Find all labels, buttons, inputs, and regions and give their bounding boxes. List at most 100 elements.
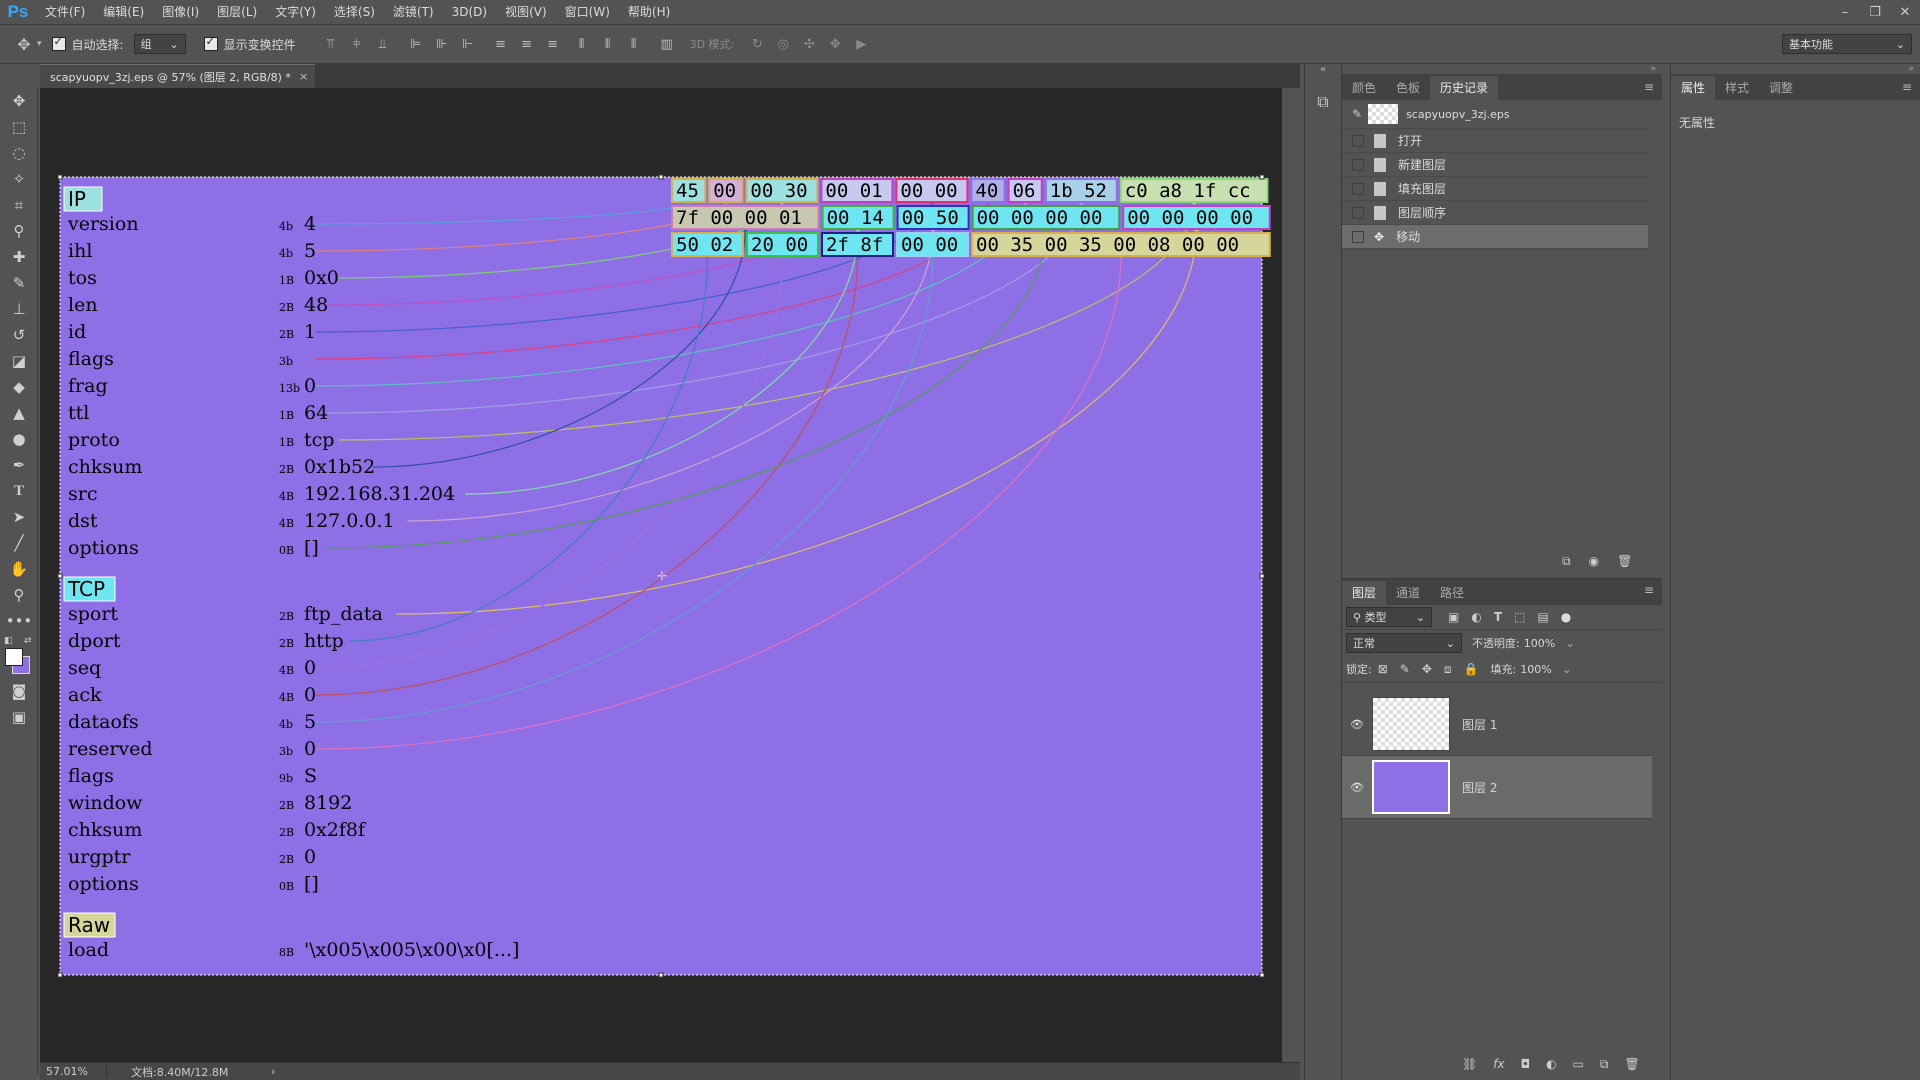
- history-brush-source-toggle[interactable]: [1352, 158, 1364, 171]
- field-name: ttl: [68, 402, 89, 424]
- trash-icon[interactable]: 🗑: [1624, 1057, 1639, 1072]
- history-state-label: 填充图层: [1398, 182, 1447, 196]
- field-size: 2B: [279, 853, 294, 866]
- history-brush-source-icon[interactable]: ✎: [1352, 107, 1362, 121]
- document-state-icon: [1374, 133, 1386, 148]
- visibility-eye-icon[interactable]: 👁: [1342, 718, 1372, 731]
- new-snapshot-icon[interactable]: ◉: [1589, 554, 1599, 569]
- folder-icon[interactable]: ▭: [1573, 1057, 1584, 1072]
- filter-adjustment-icon[interactable]: ◐: [1471, 610, 1481, 624]
- layer-filter-dropdown[interactable]: ⚲ 类型 ⌄: [1346, 607, 1432, 627]
- hex-byte-text: 06: [1013, 180, 1036, 202]
- history-state[interactable]: 填充图层: [1342, 177, 1648, 201]
- handle-top-right[interactable]: [1259, 174, 1265, 180]
- hex-byte-text: 00 30: [750, 180, 807, 202]
- history-state[interactable]: 打开: [1342, 129, 1648, 153]
- properties-tab-1[interactable]: 样式: [1715, 76, 1759, 100]
- layer-name[interactable]: 图层 2: [1462, 779, 1497, 796]
- section-title: IP: [68, 187, 86, 211]
- collapse-dock-icon[interactable]: «: [1305, 64, 1341, 75]
- field-name: ihl: [68, 240, 92, 262]
- field-name: flags: [68, 765, 114, 787]
- new-document-from-state-icon[interactable]: ⧉: [1562, 554, 1571, 569]
- fill-value[interactable]: 100%: [1520, 663, 1551, 676]
- link-icon[interactable]: ⛓: [1462, 1057, 1477, 1072]
- new-layer-icon[interactable]: ⧉: [1600, 1057, 1609, 1072]
- layers-tab-0[interactable]: 图层: [1342, 581, 1387, 605]
- hex-byte-text: 1b 52: [1050, 180, 1107, 202]
- layer-name[interactable]: 图层 1: [1462, 716, 1497, 733]
- history-state[interactable]: ✥ 移动: [1342, 225, 1648, 249]
- field-size: 1B: [279, 409, 294, 422]
- filter-pixel-icon[interactable]: ▣: [1448, 610, 1459, 624]
- field-size: 2B: [279, 301, 294, 314]
- filter-smart-object-icon[interactable]: ▤: [1537, 610, 1548, 624]
- history-tab-1[interactable]: 色板: [1386, 76, 1430, 100]
- lock-position-icon[interactable]: ✥: [1422, 662, 1432, 676]
- panel-menu-icon[interactable]: ≡: [1644, 80, 1654, 94]
- history-panel-icon[interactable]: ⧉: [1310, 89, 1336, 115]
- history-brush-source-toggle[interactable]: [1352, 230, 1364, 243]
- field-size: 2B: [279, 328, 294, 341]
- layers-tab-1[interactable]: 通道: [1386, 581, 1430, 605]
- history-state-label: 打开: [1398, 134, 1423, 148]
- lock-label: 锁定:: [1346, 663, 1372, 676]
- field-value: 5: [304, 711, 316, 733]
- history-tab-2[interactable]: 历史记录: [1430, 76, 1499, 100]
- opacity-value[interactable]: 100%: [1524, 637, 1555, 650]
- field-size: 4B: [279, 691, 294, 704]
- lock-all-icon[interactable]: 🔒: [1464, 662, 1479, 676]
- layer-row[interactable]: 👁 图层 1: [1342, 693, 1652, 756]
- lock-artboard-icon[interactable]: ⧈: [1444, 662, 1452, 677]
- properties-tab-0[interactable]: 属性: [1671, 76, 1716, 100]
- handle-bottom-right[interactable]: [1259, 972, 1265, 978]
- snapshot-thumbnail: [1368, 104, 1399, 124]
- history-state-label: 移动: [1396, 230, 1421, 244]
- handle-top-left[interactable]: [57, 174, 63, 180]
- fx-icon[interactable]: fx: [1493, 1057, 1504, 1072]
- filter-shape-icon[interactable]: ⬚: [1514, 610, 1525, 624]
- layer-row[interactable]: 👁 图层 2: [1342, 756, 1652, 819]
- blend-mode-dropdown[interactable]: 正常 ⌄: [1346, 633, 1462, 653]
- field-name: frag: [68, 375, 108, 397]
- layers-tab-2[interactable]: 路径: [1430, 581, 1474, 605]
- field-value: ftp_data: [304, 603, 383, 625]
- delete-state-icon[interactable]: 🗑: [1617, 554, 1632, 569]
- field-value: 0x1b52: [304, 456, 375, 478]
- field-value: 127.0.0.1: [304, 510, 395, 532]
- handle-bottom-center[interactable]: [658, 972, 664, 978]
- collapse-panel-icon[interactable]: »: [1342, 64, 1662, 74]
- properties-menu-icon[interactable]: ≡: [1902, 80, 1912, 94]
- visibility-eye-icon[interactable]: 👁: [1342, 781, 1372, 794]
- collapse-panel-icon[interactable]: »: [1671, 64, 1920, 74]
- lock-pixels-icon[interactable]: ✎: [1400, 662, 1410, 676]
- properties-tab-2[interactable]: 调整: [1759, 76, 1803, 100]
- mask-icon[interactable]: ◘: [1521, 1057, 1531, 1072]
- chevron-down-icon[interactable]: ⌄: [1562, 662, 1572, 676]
- field-size: 4B: [279, 490, 294, 503]
- transform-center-icon[interactable]: ✛: [657, 569, 667, 583]
- chevron-down-icon[interactable]: ⌄: [1565, 636, 1575, 650]
- hex-byte-text: 00 00: [900, 180, 957, 202]
- history-brush-source-toggle[interactable]: [1352, 182, 1364, 195]
- zoom-level[interactable]: 57.01%: [40, 1065, 107, 1078]
- filter-type-icon[interactable]: T: [1494, 610, 1502, 624]
- history-snapshot[interactable]: ✎ scapyuopv_3zj.eps: [1342, 100, 1648, 129]
- handle-middle-right[interactable]: [1259, 573, 1265, 579]
- history-brush-source-toggle[interactable]: [1352, 206, 1364, 219]
- field-name: len: [68, 294, 98, 316]
- lock-transparency-icon[interactable]: ⊠: [1378, 662, 1388, 676]
- history-brush-source-toggle[interactable]: [1352, 134, 1364, 147]
- handle-bottom-left[interactable]: [57, 972, 63, 978]
- field-value: http: [304, 630, 344, 652]
- history-state[interactable]: 图层顺序: [1342, 201, 1648, 225]
- status-menu-arrow-icon[interactable]: ›: [261, 1065, 275, 1078]
- history-tab-0[interactable]: 颜色: [1342, 76, 1386, 100]
- history-state[interactable]: 新建图层: [1342, 153, 1648, 177]
- handle-middle-left[interactable]: [57, 573, 63, 579]
- adjust-icon[interactable]: ◐: [1546, 1057, 1556, 1072]
- filter-toggle-icon[interactable]: ●: [1561, 610, 1571, 624]
- layers-panel-menu-icon[interactable]: ≡: [1644, 583, 1654, 597]
- field-name: dataofs: [68, 711, 139, 733]
- handle-top-center[interactable]: [658, 174, 664, 180]
